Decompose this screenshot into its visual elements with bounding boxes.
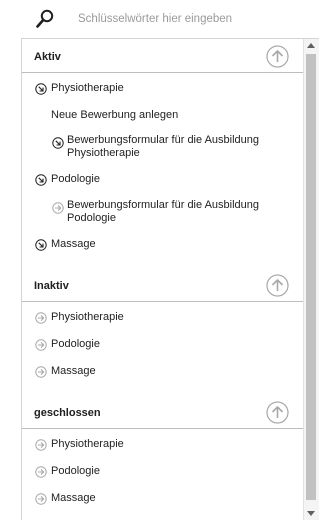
collapse-section-icon[interactable]	[266, 45, 289, 68]
item-label: Massage	[51, 238, 96, 250]
list-item-podologie[interactable]: Podologie	[22, 465, 303, 479]
list-item-physiotherapie[interactable]: Physiotherapie	[22, 438, 303, 452]
item-label: Neue Bewerbung anlegen	[51, 109, 179, 121]
item-label: Physiotherapie	[51, 438, 124, 450]
item-label: Bewerbungsformular für die Ausbildung Ph…	[67, 134, 260, 159]
expanded-arrow-icon[interactable]	[35, 239, 47, 251]
expanded-arrow-icon[interactable]	[35, 174, 47, 186]
list-item-massage[interactable]: Massage	[22, 365, 303, 379]
item-label: Podologie	[51, 338, 100, 350]
item-label: Physiotherapie	[51, 311, 124, 323]
expanded-arrow-icon[interactable]	[35, 83, 47, 95]
list-item-form-physiotherapie[interactable]: Bewerbungsformular für die Ausbildung Ph…	[22, 134, 303, 162]
scroll-down-icon[interactable]	[307, 511, 315, 516]
list-item-podologie[interactable]: Podologie	[22, 173, 303, 187]
collapse-section-icon[interactable]	[266, 401, 289, 424]
item-label: Massage	[51, 492, 96, 504]
scrollbar[interactable]	[303, 38, 319, 520]
section-title: Aktiv	[34, 51, 61, 63]
item-label: Podologie	[51, 173, 100, 185]
list-item-podologie[interactable]: Podologie	[22, 338, 303, 352]
scroll-up-icon[interactable]	[307, 43, 315, 48]
list-item-form-podologie[interactable]: Bewerbungsformular für die Ausbildung Po…	[22, 199, 303, 227]
search-bar	[0, 0, 321, 38]
collapsed-arrow-icon[interactable]	[35, 339, 47, 351]
section-header-aktiv[interactable]: Aktiv	[22, 39, 303, 73]
collapsed-arrow-icon[interactable]	[52, 202, 64, 214]
scrollbar-thumb[interactable]	[306, 54, 316, 500]
section-title: Inaktiv	[34, 280, 69, 292]
section-title: geschlossen	[34, 407, 101, 419]
category-panel: Aktiv Physiotherapie Neue Bewerbung anle…	[21, 38, 303, 520]
collapsed-arrow-icon[interactable]	[35, 493, 47, 505]
search-input[interactable]	[78, 9, 298, 29]
item-label: Physiotherapie	[51, 82, 124, 94]
list-item-massage[interactable]: Massage	[22, 492, 303, 506]
collapse-section-icon[interactable]	[266, 274, 289, 297]
section-header-inaktiv[interactable]: Inaktiv	[22, 268, 303, 302]
list-item-neue-bewerbung[interactable]: Neue Bewerbung anlegen	[22, 109, 303, 123]
collapsed-arrow-icon[interactable]	[35, 466, 47, 478]
item-label: Massage	[51, 365, 96, 377]
section-header-geschlossen[interactable]: geschlossen	[22, 395, 303, 429]
search-icon[interactable]	[36, 9, 54, 29]
list-item-physiotherapie[interactable]: Physiotherapie	[22, 82, 303, 96]
collapsed-arrow-icon[interactable]	[35, 439, 47, 451]
expanded-arrow-icon[interactable]	[52, 137, 64, 149]
collapsed-arrow-icon[interactable]	[35, 312, 47, 324]
item-label: Podologie	[51, 465, 100, 477]
list-item-massage[interactable]: Massage	[22, 238, 303, 252]
collapsed-arrow-icon[interactable]	[35, 366, 47, 378]
list-item-physiotherapie[interactable]: Physiotherapie	[22, 311, 303, 325]
item-label: Bewerbungsformular für die Ausbildung Po…	[67, 199, 260, 224]
